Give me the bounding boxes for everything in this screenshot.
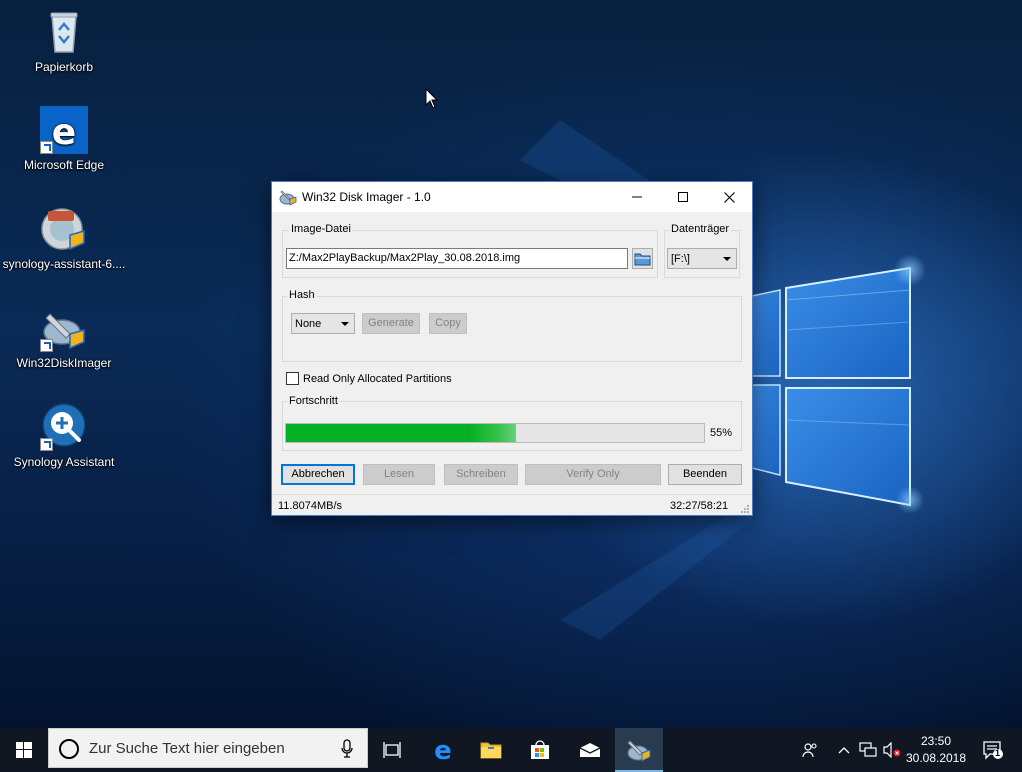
svg-text:e: e [434,738,452,762]
desktop-icon-microsoft-edge[interactable]: e Microsoft Edge [1,106,127,172]
maximize-button[interactable] [660,182,706,212]
progress-bar-fill [286,424,516,442]
synology-assistant-icon [40,403,88,451]
minimize-button[interactable] [614,182,660,212]
notification-icon [983,741,1003,760]
read-only-partitions-label: Read Only Allocated Partitions [303,373,452,385]
progress-group-label: Fortschritt [287,395,340,407]
taskbar: Zur Suche Text hier eingeben e 23:50 30.… [0,728,1022,772]
write-button[interactable]: Schreiben [444,464,518,485]
volume-button[interactable] [882,728,902,772]
mouse-cursor-icon [425,88,439,109]
cancel-button[interactable]: Abbrechen [281,464,355,485]
shortcut-arrow-icon [40,141,53,154]
folder-icon [634,253,651,266]
clock-time: 23:50 [920,734,952,748]
people-button[interactable] [796,728,824,772]
desktop-icon-synology-installer[interactable]: synology-assistant-6.... [1,205,127,271]
shortcut-arrow-icon [40,339,53,352]
taskbar-edge-button[interactable]: e [419,728,467,772]
desktop-icon-synology-assistant[interactable]: Synology Assistant [1,403,127,469]
chevron-down-icon [723,257,731,261]
people-icon [802,743,817,758]
taskbar-search-box[interactable]: Zur Suche Text hier eingeben [48,728,368,768]
progress-bar [285,423,705,443]
taskbar-disk-imager-button[interactable] [615,728,663,772]
transfer-speed: 11.8074MB/s [278,500,343,512]
hash-type-select[interactable]: None [291,313,355,334]
task-view-button[interactable] [368,728,416,772]
taskbar-clock[interactable]: 23:50 30.08.2018 [900,733,972,767]
device-group-label: Datenträger [669,223,732,235]
show-hidden-icons-button[interactable] [834,728,854,772]
edge-icon: e [40,106,88,154]
read-only-partitions-checkbox[interactable] [286,372,299,385]
volume-muted-icon [883,742,901,758]
hash-group-label: Hash [287,289,317,301]
edge-icon: e [434,738,452,762]
synology-installer-icon [40,205,88,253]
copy-button[interactable]: Copy [429,313,467,334]
svg-text:e: e [52,112,76,153]
mail-icon [579,743,601,757]
elapsed-remaining-time: 32:27/58:21 [670,500,729,512]
exit-button[interactable]: Beenden [668,464,742,485]
win32-disk-imager-window: Win32 Disk Imager - 1.0 Image-Datei Z:/M… [271,181,753,516]
generate-button[interactable]: Generate [362,313,420,334]
network-icon [859,742,877,757]
taskbar-mail-button[interactable] [566,728,614,772]
read-button[interactable]: Lesen [363,464,435,485]
windows-start-icon [16,742,32,758]
close-button[interactable] [706,182,752,212]
disk-imager-icon [279,190,297,206]
close-icon [723,191,735,203]
image-file-group-label: Image-Datei [289,223,353,235]
taskbar-store-button[interactable] [516,728,564,772]
file-explorer-icon [480,742,502,759]
clock-date: 30.08.2018 [905,751,967,765]
disk-imager-icon [627,740,651,762]
network-button[interactable] [857,728,879,772]
microphone-icon[interactable] [341,739,353,759]
task-view-icon [383,742,401,758]
title-bar[interactable]: Win32 Disk Imager - 1.0 [272,182,752,212]
cortana-icon [59,739,79,759]
action-center-button[interactable]: 1 [978,728,1008,772]
desktop-icon-recycle-bin[interactable]: Papierkorb [1,8,127,74]
maximize-icon [678,192,688,202]
chevron-up-icon [838,747,850,754]
device-select-value: [F:\] [671,253,690,265]
minimize-icon [632,196,642,198]
shortcut-arrow-icon [40,438,53,451]
browse-button[interactable] [632,248,653,269]
taskbar-file-explorer-button[interactable] [467,728,515,772]
chevron-down-icon [341,322,349,326]
disk-imager-icon [40,304,88,352]
verify-only-button[interactable]: Verify Only [525,464,661,485]
device-select[interactable]: [F:\] [667,248,737,269]
window-title: Win32 Disk Imager - 1.0 [302,190,431,204]
notification-count-badge: 1 [995,748,1001,758]
start-button[interactable] [0,728,48,772]
progress-percent: 55% [710,427,733,439]
image-file-path-input[interactable]: Z:/Max2PlayBackup/Max2Play_30.08.2018.im… [286,248,628,269]
store-icon [531,740,549,759]
hash-type-value: None [295,318,322,330]
desktop-icon-win32diskimager[interactable]: Win32DiskImager [1,304,127,370]
desktop: Papierkorb e Microsoft Edge synology-ass… [0,0,1022,728]
recycle-bin-icon [40,8,88,56]
search-placeholder: Zur Suche Text hier eingeben [89,740,285,757]
resize-grip-icon[interactable] [740,504,750,514]
